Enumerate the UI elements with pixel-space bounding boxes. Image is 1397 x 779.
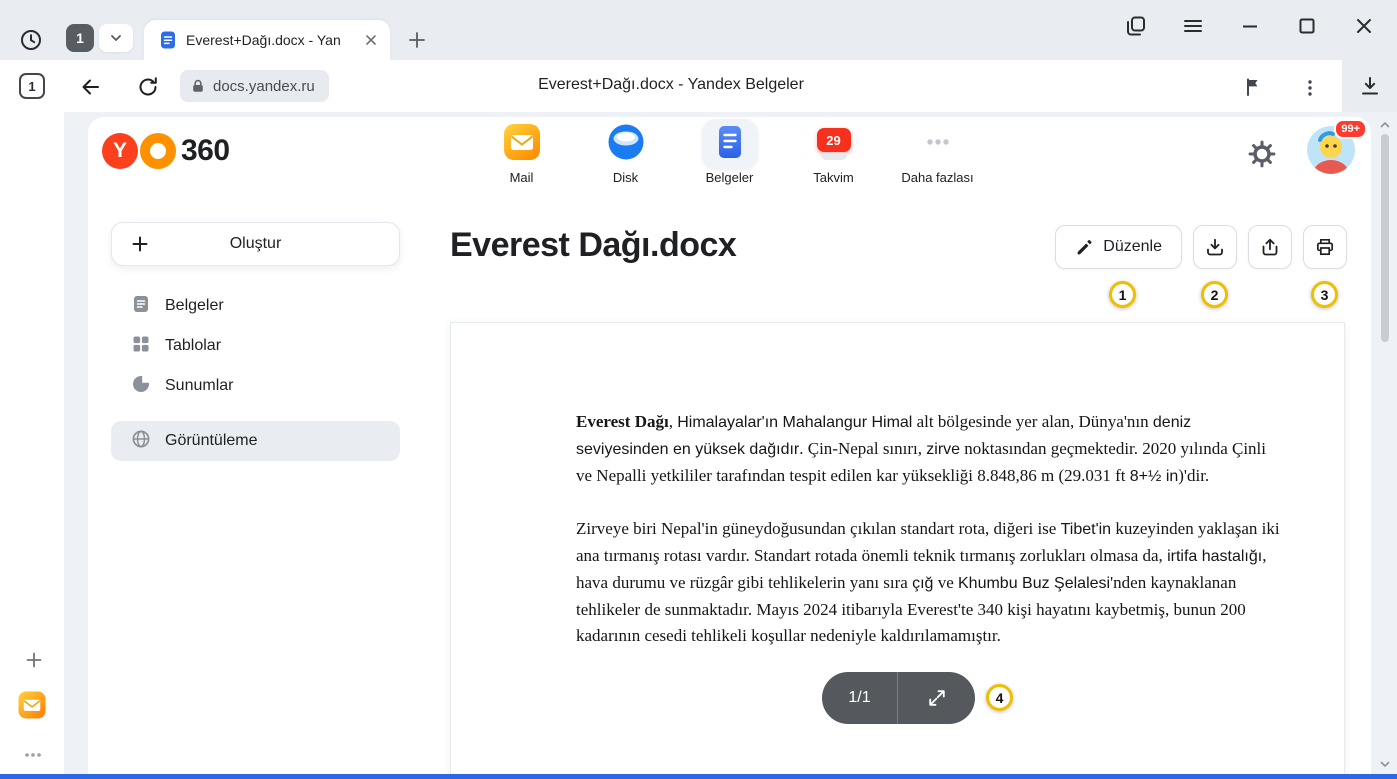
minimize-button[interactable] xyxy=(1237,13,1263,39)
document-paragraph: Everest Dağı, Himalayalar'ın Mahalangur … xyxy=(576,409,1281,490)
chevron-down-icon[interactable] xyxy=(99,24,133,52)
print-button[interactable] xyxy=(1303,225,1347,269)
create-button[interactable]: Oluştur xyxy=(111,222,400,266)
annotation-badge-1: 1 xyxy=(1109,281,1136,308)
sidebar-item-goruntuleme[interactable]: Görüntüleme xyxy=(111,421,400,461)
browser-window: 1 Everest+Dağı.docx - Yan 1 docs.yandex.… xyxy=(0,0,1397,779)
nav-item-disk[interactable]: Disk xyxy=(574,119,678,185)
tab-strip: 1 Everest+Dağı.docx - Yan xyxy=(0,0,1397,60)
nav-label: Disk xyxy=(613,170,638,185)
history-icon[interactable] xyxy=(18,27,44,53)
edit-label: Düzenle xyxy=(1103,238,1162,256)
reload-button[interactable] xyxy=(135,74,161,100)
nav-item-mail[interactable]: Mail xyxy=(470,119,574,185)
document-view: Everest Dağı.docx Düzenle 1 2 3 Everest … xyxy=(428,197,1371,779)
nav-label: Belgeler xyxy=(706,170,754,185)
nav-label: Daha fazlası xyxy=(901,170,973,185)
page-title: Everest Dağı.docx xyxy=(450,226,736,265)
strip-add-button[interactable] xyxy=(21,647,47,673)
tab-counter-badge[interactable]: 1 xyxy=(19,73,45,99)
plus-icon xyxy=(130,234,150,254)
pencil-icon xyxy=(1075,238,1094,257)
services-nav: Mail Disk Belgeler 29 Takvim Daha fazlas… xyxy=(470,119,990,185)
presentation-icon xyxy=(131,374,151,399)
notification-badge: 99+ xyxy=(1334,119,1367,139)
page-count: 1/1 xyxy=(822,689,897,707)
back-button[interactable] xyxy=(78,74,104,100)
url-chip[interactable]: docs.yandex.ru xyxy=(180,70,329,102)
sidebar-item-label: Sunumlar xyxy=(165,377,233,395)
annotation-badge-2: 2 xyxy=(1201,281,1228,308)
sidebar-list: Belgeler Tablolar Sunumlar Görüntüleme xyxy=(111,286,400,461)
sidebar-item-sunumlar[interactable]: Sunumlar xyxy=(111,366,400,406)
strip-more-icon[interactable] xyxy=(20,742,46,768)
tab-group-badge[interactable]: 1 xyxy=(66,24,94,52)
fullscreen-expand-icon[interactable] xyxy=(898,672,975,724)
address-more-icon[interactable] xyxy=(1297,75,1323,101)
downloads-button[interactable] xyxy=(1357,73,1383,99)
new-tab-button[interactable] xyxy=(402,25,432,55)
yandex360-logo[interactable]: Y 360 xyxy=(102,132,230,170)
browser-menu-button[interactable] xyxy=(1180,13,1206,39)
logo-y-circle: Y xyxy=(102,133,138,169)
logo-360-text: 360 xyxy=(181,134,230,168)
document-favicon-icon xyxy=(158,30,178,50)
side-panel-button[interactable] xyxy=(1123,13,1149,39)
sidebar-item-label: Tablolar xyxy=(165,337,221,355)
scroll-up-icon[interactable] xyxy=(1379,119,1391,131)
window-controls xyxy=(1123,13,1377,39)
address-bar: 1 docs.yandex.ru Everest+Dağı.docx - Yan… xyxy=(0,60,1342,112)
taskbar-edge xyxy=(0,774,1397,779)
annotation-badge-4: 4 xyxy=(986,684,1013,711)
browser-left-strip xyxy=(0,112,64,774)
document-actions: Düzenle xyxy=(1055,225,1347,269)
settings-gear-icon[interactable] xyxy=(1247,139,1277,169)
table-icon xyxy=(131,334,151,359)
nav-label: Mail xyxy=(510,170,534,185)
disk-icon xyxy=(606,122,646,167)
logo-o-ring xyxy=(140,133,176,169)
address-bar-right xyxy=(1342,60,1397,112)
nav-item-daha-fazlasi[interactable]: Daha fazlası xyxy=(886,119,990,185)
edit-button[interactable]: Düzenle xyxy=(1055,225,1182,269)
annotation-badge-3: 3 xyxy=(1311,281,1338,308)
bookmark-flag-icon[interactable] xyxy=(1240,74,1266,100)
scroll-down-icon[interactable] xyxy=(1379,758,1391,770)
close-button[interactable] xyxy=(1351,13,1377,39)
tab-everest-dagi[interactable]: Everest+Dağı.docx - Yan xyxy=(144,20,390,60)
calendar-icon: 29 xyxy=(817,128,851,160)
document-text: Everest Dağı, Himalayalar'ın Mahalangur … xyxy=(451,323,1344,715)
url-text: docs.yandex.ru xyxy=(213,78,315,95)
tab-close-icon[interactable] xyxy=(360,29,382,51)
tab-title: Everest+Dağı.docx - Yan xyxy=(186,32,352,48)
scrollbar[interactable] xyxy=(1377,117,1393,774)
nav-label: Takvim xyxy=(813,170,853,185)
lock-icon xyxy=(190,78,206,94)
more-dots-icon xyxy=(918,122,958,167)
sidebar-item-tablolar[interactable]: Tablolar xyxy=(111,326,400,366)
document-paragraph: Zirveye biri Nepal'in güneydoğusundan çı… xyxy=(576,516,1281,649)
scrollbar-thumb[interactable] xyxy=(1381,134,1389,342)
avatar[interactable]: 99+ xyxy=(1307,126,1355,174)
maximize-button[interactable] xyxy=(1294,13,1320,39)
page-indicator: 1/1 xyxy=(822,672,975,724)
mail-icon xyxy=(502,122,542,167)
sidebar-item-label: Belgeler xyxy=(165,297,224,315)
globe-icon xyxy=(131,429,151,454)
share-button[interactable] xyxy=(1248,225,1292,269)
nav-item-takvim[interactable]: 29 Takvim xyxy=(782,119,886,185)
sidebar-item-belgeler[interactable]: Belgeler xyxy=(111,286,400,326)
docs-sidebar: Oluştur Belgeler Tablolar Sunumlar Görün… xyxy=(88,197,428,779)
sidebar-item-label: Görüntüleme xyxy=(165,432,258,450)
yandex360-header: Y 360 Mail Disk Belgeler 29 Takvim Daha … xyxy=(88,117,1371,197)
yandex-mail-icon[interactable] xyxy=(17,690,47,720)
app-panel: Y 360 Mail Disk Belgeler 29 Takvim Daha … xyxy=(88,117,1371,779)
download-button[interactable] xyxy=(1193,225,1237,269)
documents-icon xyxy=(710,122,750,167)
create-label: Oluştur xyxy=(230,235,282,253)
nav-item-belgeler[interactable]: Belgeler xyxy=(678,119,782,185)
document-icon xyxy=(131,294,151,319)
